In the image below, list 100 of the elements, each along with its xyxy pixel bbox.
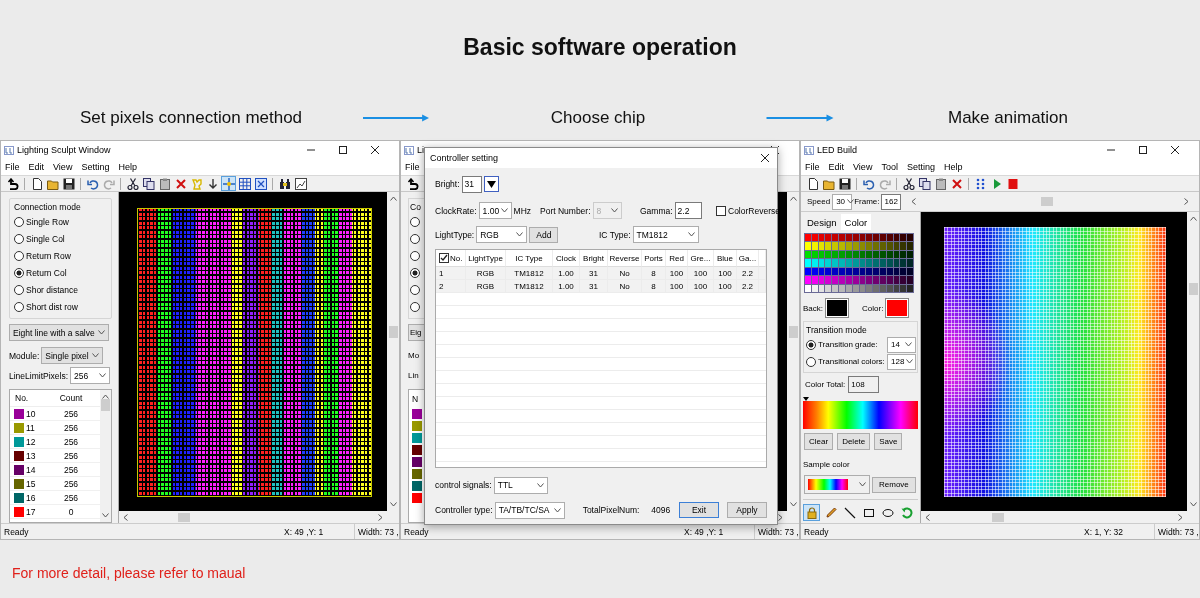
menu-item[interactable]: View xyxy=(53,162,73,172)
column-header[interactable]: Clock xyxy=(556,253,576,263)
table-cell-text: 14 xyxy=(25,464,37,475)
radio-label: Single Row xyxy=(26,216,69,227)
table-cell-text: 256 xyxy=(62,478,80,489)
table-cell: 1.00 xyxy=(558,281,574,291)
table-cell: 100 xyxy=(693,281,708,291)
table-cell-text: 10 xyxy=(25,408,37,419)
table-cell-text: 256 xyxy=(62,492,80,503)
dropdown[interactable]: 14 xyxy=(887,336,916,353)
dropdown[interactable]: 256 xyxy=(70,367,111,384)
table-cell-text: 13 xyxy=(25,450,37,461)
menu-item[interactable]: Help xyxy=(118,162,137,172)
field-label: Controller type: xyxy=(435,505,493,515)
column-header[interactable]: IC Type xyxy=(515,253,543,263)
table-cell-text: 12 xyxy=(25,436,37,447)
field-label: IC Type: xyxy=(599,229,631,240)
radio-label: Single Col xyxy=(26,233,65,244)
column-header[interactable]: Ports xyxy=(644,253,663,263)
column-header[interactable]: Blue xyxy=(717,253,733,263)
status-text: Width: 73 , xyxy=(354,524,399,539)
table-cell: RGB xyxy=(476,268,495,278)
status-text: Width: 73 , xyxy=(1154,524,1199,539)
tab[interactable]: Design xyxy=(803,214,841,230)
footnote-text: For more detail, please refer to maual xyxy=(12,565,246,581)
input-field[interactable]: 31 xyxy=(461,175,482,193)
dropdown[interactable]: Eight line with a salve xyxy=(9,324,109,341)
menu-item[interactable]: Setting xyxy=(906,162,935,172)
group-title: Co xyxy=(410,200,422,213)
add-button[interactable]: Add xyxy=(529,226,559,243)
table-cell-text: 0 xyxy=(67,506,75,517)
dialog-button[interactable]: Exit xyxy=(679,502,719,518)
table-cell: TM1812 xyxy=(514,268,544,278)
table-cell: 2.2 xyxy=(741,268,754,278)
field-label: Lin xyxy=(408,370,420,382)
menu-item[interactable]: Edit xyxy=(28,162,45,172)
column-header: N xyxy=(412,392,420,406)
table-cell: No xyxy=(619,268,630,278)
field-label: Gamma: xyxy=(640,205,673,216)
table-cell: No xyxy=(619,281,630,291)
table-cell-text: 256 xyxy=(62,408,80,419)
checkbox-label: ColorReverse xyxy=(728,205,780,216)
menu-item[interactable]: File xyxy=(405,162,420,172)
dialog-button[interactable]: Apply xyxy=(727,502,767,518)
menu-item[interactable]: Help xyxy=(943,162,963,172)
field-label: Bright: xyxy=(435,179,460,189)
table-cell: 31 xyxy=(589,268,598,278)
field-label: Speed xyxy=(807,197,831,206)
field-label: Color Total: xyxy=(805,380,846,389)
unit-label: MHz xyxy=(513,205,532,216)
remove-button[interactable]: Remove xyxy=(872,476,916,493)
dropdown[interactable]: TM1812 xyxy=(632,226,699,243)
table-cell: RGB xyxy=(476,281,495,291)
tab[interactable]: Color xyxy=(840,214,872,230)
action-button[interactable]: Save xyxy=(874,433,903,450)
field-label: Module: xyxy=(9,350,40,361)
dropdown[interactable]: 1.00 xyxy=(478,202,512,219)
window-title: Li xyxy=(417,145,424,155)
dialog-title: Controller setting xyxy=(430,153,499,163)
table-cell: 8 xyxy=(651,281,656,291)
input-field[interactable]: 162 xyxy=(881,193,902,210)
field-value: 4096 xyxy=(651,505,671,515)
table-cell-text: 256 xyxy=(62,450,80,461)
radio-label: Return Col xyxy=(26,267,67,278)
column-header[interactable]: Reverse xyxy=(609,253,640,263)
swatch-label: Back: xyxy=(803,303,823,313)
column-header[interactable]: Red xyxy=(669,253,684,263)
page-title: Basic software operation xyxy=(463,33,737,62)
action-button[interactable]: Delete xyxy=(837,433,871,450)
column-header[interactable]: Bright xyxy=(583,253,604,263)
column-header[interactable]: LightType xyxy=(468,253,503,263)
action-button[interactable]: Clear xyxy=(804,433,834,450)
table-cell-text: 256 xyxy=(62,436,80,447)
menu-item[interactable]: Setting xyxy=(81,162,110,172)
menu-item[interactable]: File xyxy=(5,162,20,172)
table-cell: 2 xyxy=(439,281,444,291)
dropdown[interactable]: RGB xyxy=(476,226,528,243)
status-text: Ready xyxy=(3,526,30,537)
table-cell: 100 xyxy=(718,281,732,291)
input-field[interactable]: 2.2 xyxy=(674,202,702,219)
menu-item[interactable]: Tool xyxy=(881,162,898,172)
field-label: control signals: xyxy=(435,480,492,490)
field-label: Frame: xyxy=(854,197,880,206)
dropdown[interactable]: TTL xyxy=(493,476,548,494)
menu-item[interactable]: Edit xyxy=(828,162,845,172)
dropdown[interactable]: TA/TB/TC/SA xyxy=(494,501,565,519)
radio-label: Short dist row xyxy=(26,301,78,312)
table-cell-text: 256 xyxy=(62,422,80,433)
dropdown[interactable]: 128 xyxy=(887,353,916,370)
group-title: Connection mode xyxy=(14,200,82,213)
column-header[interactable]: No. xyxy=(450,253,463,263)
field-label: TotalPixelNum: xyxy=(582,505,640,515)
column-header[interactable]: Gre... xyxy=(690,253,711,263)
dropdown[interactable]: 30 xyxy=(832,193,853,210)
column-header[interactable]: Ga... xyxy=(738,253,757,263)
menu-item[interactable]: View xyxy=(853,162,873,172)
input-field[interactable]: 108 xyxy=(848,376,880,393)
dropdown[interactable]: Single pixel xyxy=(41,347,104,364)
menu-item[interactable]: File xyxy=(805,162,820,172)
status-text: Ready xyxy=(803,526,830,537)
